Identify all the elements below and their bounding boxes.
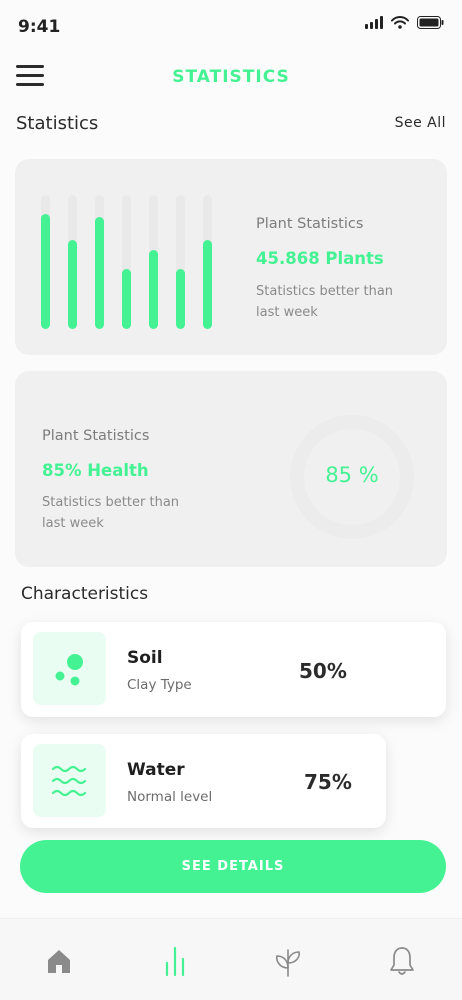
status-icons <box>365 16 444 29</box>
plant-bar-chart <box>41 195 241 329</box>
nav-item-home[interactable] <box>43 945 75 977</box>
section-title-characteristics: Characteristics <box>21 584 149 604</box>
bottom-nav <box>0 918 462 1000</box>
home-icon <box>48 950 70 973</box>
chart-bar <box>149 250 158 329</box>
soil-icon <box>55 654 83 686</box>
chart-bar <box>203 240 212 329</box>
soil-icon-box <box>33 632 106 705</box>
signal-icon <box>365 16 383 29</box>
soil-subtitle: Clay Type <box>127 677 192 693</box>
plant-stat-desc-line: Statistics better than <box>256 284 394 299</box>
soil-title: Soil <box>127 648 163 668</box>
page-title: STATISTICS <box>172 67 290 87</box>
bell-icon <box>390 947 414 975</box>
health-stat-desc: Statistics better than last week <box>42 492 179 534</box>
section-title-statistics: Statistics <box>16 113 99 134</box>
water-title: Water <box>127 760 185 780</box>
status-bar: 9:41 <box>0 0 462 56</box>
water-value: 75% <box>304 770 352 794</box>
chart-bar <box>95 217 104 329</box>
health-stat-desc-line: Statistics better than <box>42 495 180 510</box>
chart-bar <box>122 269 131 329</box>
plant-health-card[interactable]: Plant Statistics 85% Health Statistics b… <box>15 371 447 567</box>
nav-item-notifications[interactable] <box>386 945 418 977</box>
water-subtitle: Normal level <box>127 789 213 805</box>
soil-card[interactable]: Soil Clay Type 50% <box>21 622 446 717</box>
water-card[interactable]: Water Normal level 75% <box>21 734 386 828</box>
battery-icon <box>417 16 444 29</box>
health-stat-desc-line: last week <box>42 516 104 531</box>
plant-stat-desc-line: last week <box>256 305 318 320</box>
chart-bar <box>41 214 50 329</box>
health-stat-value: 85% Health <box>42 461 149 480</box>
soil-value: 50% <box>299 659 347 683</box>
chart-bar <box>176 269 185 329</box>
nav-item-statistics[interactable] <box>159 945 191 977</box>
chart-bar <box>68 240 77 329</box>
plant-statistics-card[interactable]: Plant Statistics 45.868 Plants Statistic… <box>15 159 447 355</box>
status-time: 9:41 <box>18 17 61 37</box>
nav-item-plants[interactable] <box>272 945 304 977</box>
plant-stat-label: Plant Statistics <box>256 216 364 232</box>
wifi-icon <box>391 16 409 29</box>
see-details-button[interactable]: SEE DETAILS <box>20 840 446 893</box>
plant-stat-desc: Statistics better than last week <box>256 281 393 323</box>
health-ring-value: 85 % <box>325 463 379 487</box>
plant-stat-value: 45.868 Plants <box>256 249 384 268</box>
see-all-link[interactable]: See All <box>395 115 446 131</box>
water-waves-icon <box>51 765 87 797</box>
plant-icon <box>276 949 300 977</box>
water-icon-box <box>33 744 106 817</box>
bar-chart-icon <box>165 946 185 977</box>
health-stat-label: Plant Statistics <box>42 428 150 444</box>
